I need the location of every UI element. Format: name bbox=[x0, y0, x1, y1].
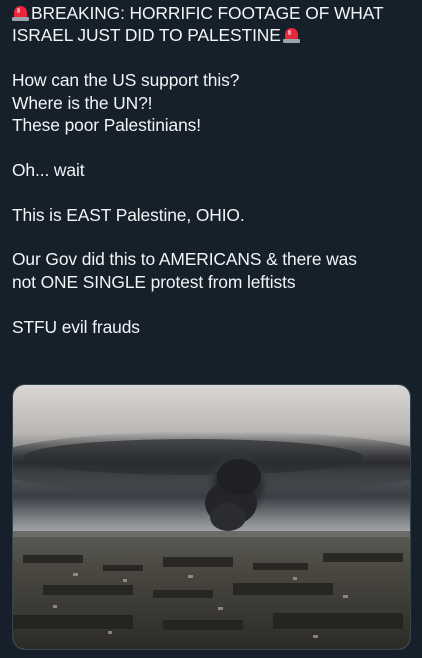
tweet-line: How can the US support this? bbox=[12, 70, 240, 91]
tweet-line: ISRAEL JUST DID TO PALESTINE bbox=[12, 24, 410, 46]
tweet-photo[interactable] bbox=[12, 384, 411, 650]
tweet-line: STFU evil frauds bbox=[12, 316, 140, 337]
tweet-line: These poor Palestinians! bbox=[12, 115, 202, 136]
tweet-line: not ONE SINGLE protest from leftists bbox=[12, 271, 296, 292]
tweet-line: Oh... wait bbox=[12, 159, 85, 180]
tweet-text: BREAKING: HORRIFIC FOOTAGE OF WHAT ISRAE… bbox=[12, 2, 410, 338]
tweet-line: This is EAST Palestine, OHIO. bbox=[12, 204, 245, 225]
tweet-line: BREAKING: HORRIFIC FOOTAGE OF WHAT bbox=[12, 2, 410, 24]
tweet-line: Where is the UN?! bbox=[12, 92, 153, 113]
siren-icon bbox=[12, 3, 29, 21]
tweet-line: Our Gov did this to AMERICANS & there wa… bbox=[12, 249, 357, 270]
smoke-plume-image bbox=[13, 385, 410, 649]
tweet: BREAKING: HORRIFIC FOOTAGE OF WHAT ISRAE… bbox=[0, 0, 422, 658]
siren-icon bbox=[282, 25, 300, 44]
